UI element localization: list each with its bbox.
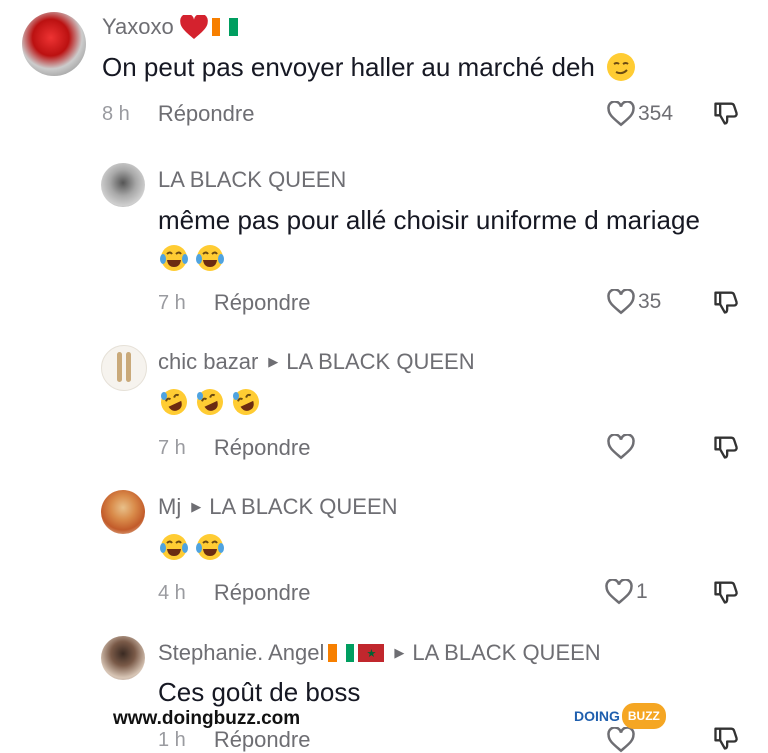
morocco-flag-icon: ★ [358,644,385,662]
reply-arrow-icon: ▶ [394,645,405,660]
like-button[interactable] [606,434,636,460]
heart-outline-icon [607,289,635,315]
emoji-row [158,243,226,273]
smirk-emoji-icon [607,53,636,81]
username-text[interactable]: Stephanie. Angel [158,640,324,666]
reply-to-username[interactable]: LA BLACK QUEEN [412,640,600,666]
timestamp: 7 h [158,291,186,314]
username[interactable]: Stephanie. Angel ★ ▶ LA BLACK QUEEN [158,640,601,666]
heart-outline-icon [605,579,633,605]
avatar[interactable] [101,345,147,391]
logo-right-text: BUZZ [621,703,666,729]
like-button[interactable]: 1 [604,579,648,605]
like-button[interactable]: 35 [606,289,661,315]
avatar[interactable] [22,12,86,76]
joy-emoji-icon [160,245,188,271]
dislike-icon[interactable] [712,578,740,606]
username-text[interactable]: chic bazar [158,349,258,375]
cote-divoire-flag-icon [328,644,355,662]
emoji-row [158,387,262,417]
red-heart-icon [180,15,208,39]
heart-outline-icon [607,727,635,753]
dislike-icon[interactable] [712,724,740,752]
username[interactable]: Mj ▶ LA BLACK QUEEN [158,494,398,520]
reply-button[interactable]: Répondre [214,290,311,316]
rofl-emoji-icon [161,389,187,415]
timestamp: 8 h [102,102,130,125]
comment-text: Ces goût de boss [158,677,361,707]
like-count: 1 [636,580,648,603]
like-button[interactable]: 354 [606,101,673,127]
rofl-emoji-icon [197,389,223,415]
reply-button[interactable]: Répondre [214,580,311,606]
comment-text: même pas pour allé choisir uniforme d ma… [158,205,700,235]
timestamp: 7 h [158,436,186,459]
reply-button[interactable]: Répondre [214,727,311,753]
heart-outline-icon [607,101,635,127]
username-text[interactable]: Mj [158,494,181,520]
avatar[interactable] [101,490,145,534]
username-text[interactable]: LA BLACK QUEEN [158,167,346,193]
username[interactable]: LA BLACK QUEEN [158,167,346,193]
timestamp: 1 h [158,728,186,751]
cote-divoire-flag-icon [211,18,238,36]
emoji-row [158,532,226,562]
like-count: 354 [638,102,674,125]
watermark-url: www.doingbuzz.com [113,708,301,729]
reply-button[interactable]: Répondre [158,101,255,127]
username[interactable]: chic bazar ▶ LA BLACK QUEEN [158,349,475,375]
username-text[interactable]: Yaxoxo [102,14,174,40]
rofl-emoji-icon [233,389,259,415]
reply-to-username[interactable]: LA BLACK QUEEN [209,494,397,520]
avatar[interactable] [101,636,145,680]
reply-button[interactable]: Répondre [214,435,311,461]
comment-text: On peut pas envoyer haller au marché deh [102,52,636,83]
joy-emoji-icon [196,245,224,271]
dislike-icon[interactable] [712,288,740,316]
reply-arrow-icon: ▶ [268,354,279,369]
username[interactable]: Yaxoxo [102,14,238,40]
like-button[interactable] [606,727,636,753]
dislike-icon[interactable] [712,99,740,127]
joy-emoji-icon [196,534,224,560]
timestamp: 4 h [158,581,186,604]
joy-emoji-icon [160,534,188,560]
reply-to-username[interactable]: LA BLACK QUEEN [286,349,474,375]
dislike-icon[interactable] [712,433,740,461]
avatar[interactable] [101,163,145,207]
heart-outline-icon [607,434,635,460]
doingbuzz-logo: DOING BUZZ [574,703,666,729]
like-count: 35 [638,290,662,313]
logo-left-text: DOING [574,708,620,724]
reply-arrow-icon: ▶ [191,499,202,514]
